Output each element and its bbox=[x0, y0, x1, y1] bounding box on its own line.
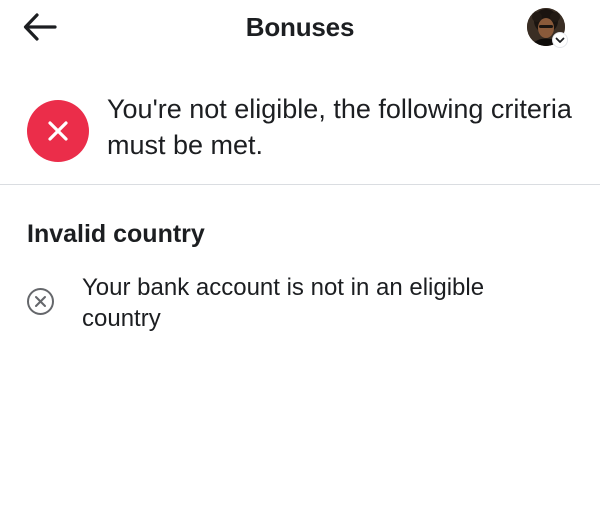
circle-x-icon bbox=[27, 288, 54, 315]
status-message: You're not eligible, the following crite… bbox=[107, 94, 572, 160]
eligibility-status: You're not eligible, the following crite… bbox=[0, 85, 600, 185]
page-title: Bonuses bbox=[245, 12, 355, 42]
header-bar: Bonuses bbox=[0, 0, 600, 56]
criteria-item-text: Your bank account is not in an eligible … bbox=[82, 274, 485, 332]
criteria-section-title: Invalid country bbox=[27, 220, 205, 248]
avatar-menu-badge bbox=[552, 32, 568, 48]
divider bbox=[0, 184, 600, 185]
arrow-left-icon bbox=[23, 13, 57, 41]
close-icon bbox=[48, 121, 68, 141]
status-error-badge bbox=[27, 100, 89, 162]
back-button[interactable] bbox=[22, 11, 58, 43]
criteria-status-icon-wrap bbox=[26, 287, 55, 316]
profile-menu-button[interactable] bbox=[527, 8, 571, 52]
bonuses-screen: Bonuses You're not eligible, the followi… bbox=[0, 0, 600, 523]
criteria-item: Your bank account is not in an eligible … bbox=[0, 270, 600, 340]
chevron-down-icon bbox=[555, 37, 565, 43]
